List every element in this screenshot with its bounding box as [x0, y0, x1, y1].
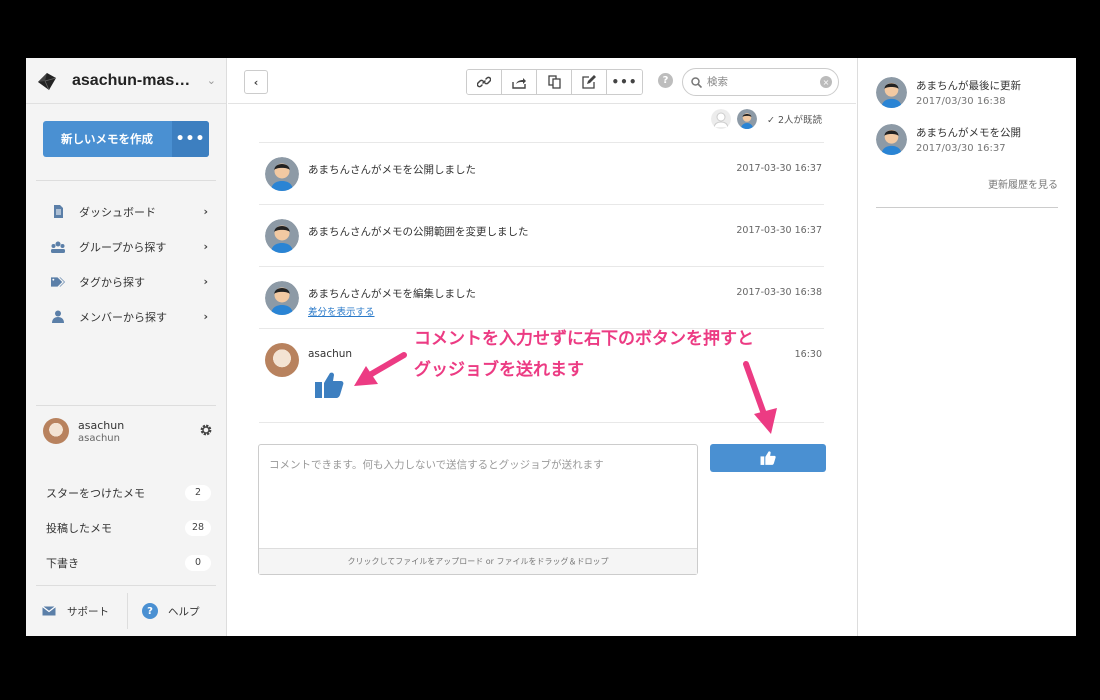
arrow-icon — [743, 361, 777, 434]
annotation-arrows — [354, 352, 777, 434]
arrow-icon — [354, 352, 407, 386]
